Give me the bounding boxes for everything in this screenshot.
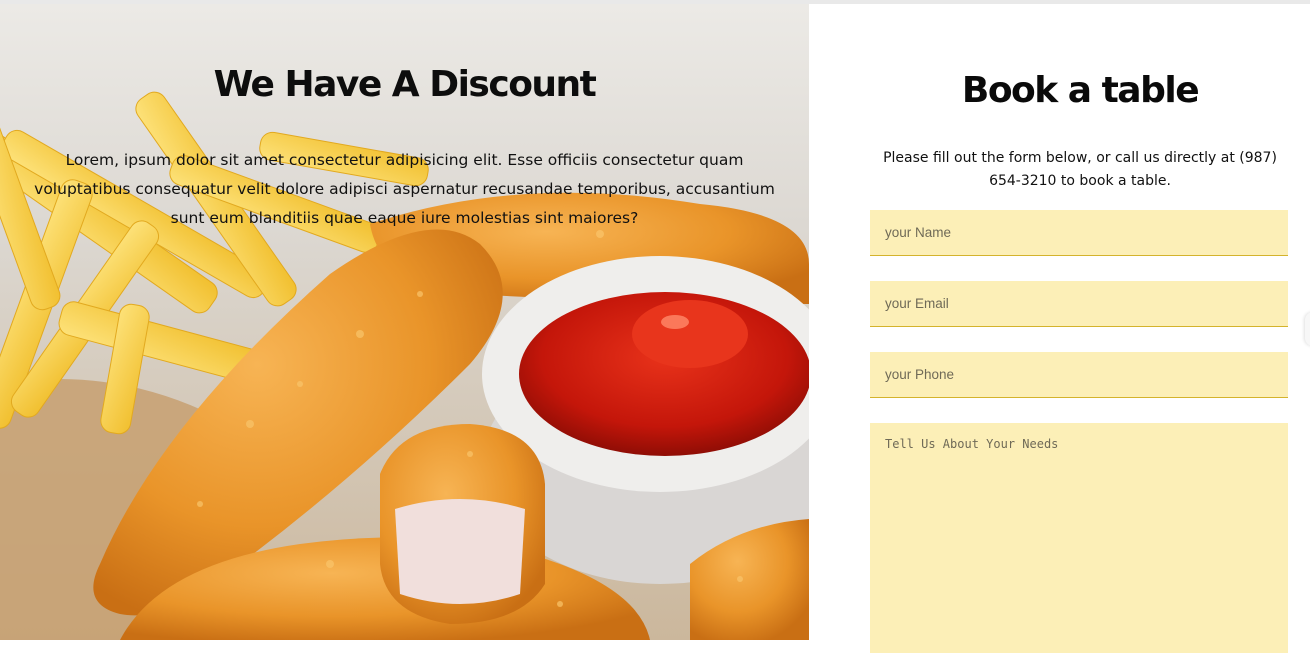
booking-section: Book a table Please fill out the form be…: [809, 4, 1310, 653]
booking-title: Book a table: [961, 70, 1200, 111]
discount-title: We Have A Discount: [213, 64, 597, 105]
booking-instructions: Please fill out the form below, or call …: [883, 150, 1277, 189]
discount-section: We Have A Discount Lorem, ipsum dolor si…: [0, 4, 809, 640]
discount-description: Lorem, ipsum dolor sit amet consectetur …: [34, 151, 775, 227]
email-field[interactable]: [870, 281, 1288, 327]
needs-textarea[interactable]: [870, 423, 1288, 653]
phone-field[interactable]: [870, 352, 1288, 398]
name-field[interactable]: [870, 210, 1288, 256]
scroll-edge-tab[interactable]: [1305, 312, 1310, 346]
